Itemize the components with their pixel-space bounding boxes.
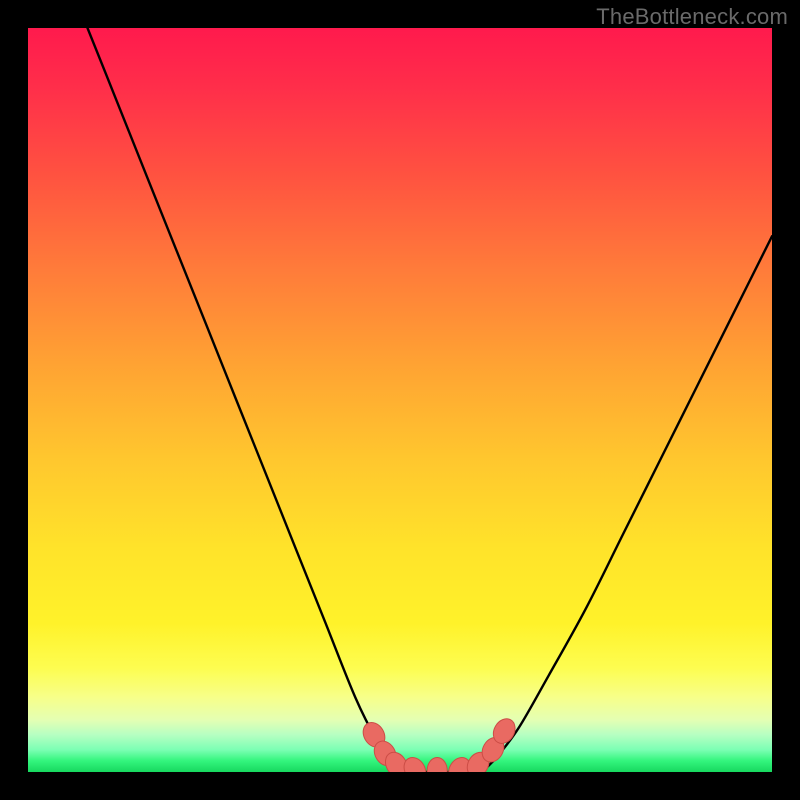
bottleneck-curve xyxy=(88,28,773,772)
curve-layer xyxy=(28,28,772,772)
curve-marker xyxy=(427,758,447,773)
plot-area xyxy=(28,28,772,772)
chart-frame: TheBottleneck.com xyxy=(0,0,800,800)
watermark-text: TheBottleneck.com xyxy=(596,4,788,30)
curve-marker xyxy=(400,754,430,772)
